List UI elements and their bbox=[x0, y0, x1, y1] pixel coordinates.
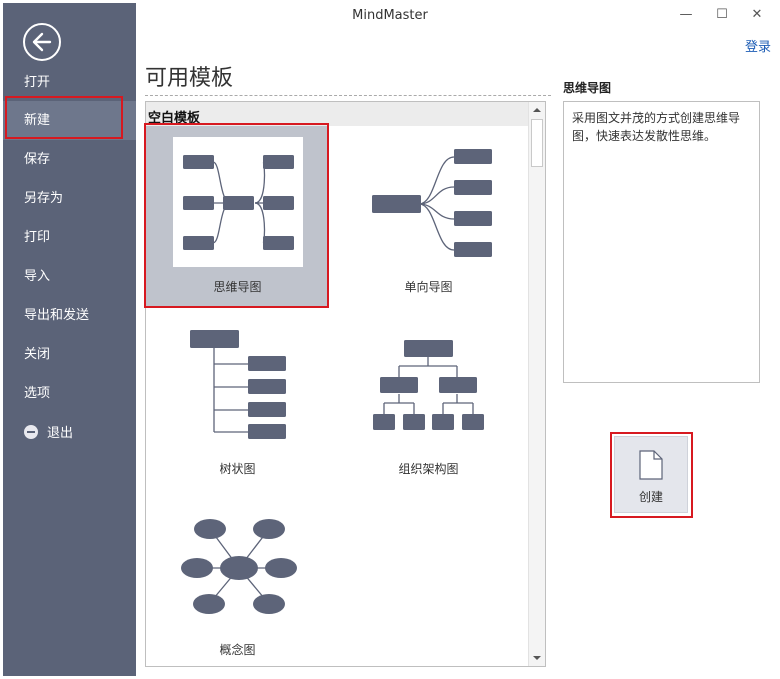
one-way-map-icon bbox=[364, 137, 494, 267]
scrollbar[interactable] bbox=[528, 102, 545, 666]
template-label: 组织架构图 bbox=[398, 462, 459, 476]
detail-description: 采用图文并茂的方式创建思维导图，快速表达发散性思维。 bbox=[563, 101, 760, 383]
page-title: 可用模板 bbox=[145, 66, 234, 91]
sidebar-item-label: 选项 bbox=[24, 386, 51, 401]
exit-icon bbox=[24, 425, 38, 439]
org-chart-icon bbox=[364, 314, 494, 449]
sidebar-item-import[interactable]: 导入 bbox=[3, 257, 136, 296]
divider bbox=[145, 95, 551, 96]
sidebar-item-exit[interactable]: 退出 bbox=[3, 414, 136, 453]
template-label: 树状图 bbox=[219, 462, 256, 476]
sidebar-item-label: 保存 bbox=[24, 152, 51, 167]
template-label: 单向导图 bbox=[404, 280, 453, 294]
minimize-icon[interactable]: — bbox=[677, 6, 695, 24]
tree-chart-icon bbox=[173, 314, 303, 449]
back-arrow-icon[interactable] bbox=[23, 23, 61, 61]
sidebar-item-print[interactable]: 打印 bbox=[3, 218, 136, 257]
template-one-way-map[interactable]: 单向导图 bbox=[337, 126, 520, 308]
sidebar-item-close[interactable]: 关闭 bbox=[3, 335, 136, 374]
mind-map-icon bbox=[173, 137, 303, 267]
sidebar-item-label: 关闭 bbox=[24, 347, 51, 362]
sidebar-item-label: 导入 bbox=[24, 269, 51, 284]
sidebar-item-label: 导出和发送 bbox=[24, 308, 90, 323]
window-title: MindMaster bbox=[352, 8, 428, 23]
scroll-up-icon[interactable] bbox=[529, 102, 545, 118]
template-label: 思维导图 bbox=[213, 280, 262, 294]
sidebar-item-save-as[interactable]: 另存为 bbox=[3, 179, 136, 218]
sidebar: 打开 新建 保存 另存为 打印 导入 导出和发送 关闭 选项 退出 bbox=[3, 3, 136, 676]
template-mind-map[interactable]: 思维导图 bbox=[146, 126, 329, 308]
sidebar-item-label: 打印 bbox=[24, 230, 51, 245]
sidebar-item-label: 打开 bbox=[24, 75, 51, 90]
group-header: 空白模板 bbox=[146, 102, 528, 126]
sidebar-item-new[interactable]: 新建 bbox=[3, 101, 136, 140]
maximize-icon[interactable]: ☐ bbox=[713, 6, 731, 24]
login-link[interactable]: 登录 bbox=[745, 36, 771, 55]
template-list: 空白模板 思维导图 单向导图 树状图 组织架构图 概念图 bbox=[145, 101, 546, 667]
scroll-down-icon[interactable] bbox=[529, 650, 545, 666]
sidebar-item-label: 另存为 bbox=[24, 191, 64, 206]
group-label: 空白模板 bbox=[148, 111, 201, 126]
create-button-label: 创建 bbox=[638, 490, 663, 504]
create-button[interactable]: 创建 bbox=[614, 436, 688, 513]
template-tree-chart[interactable]: 树状图 bbox=[146, 314, 329, 486]
sidebar-item-open[interactable]: 打开 bbox=[3, 63, 136, 102]
sidebar-item-label: 退出 bbox=[47, 426, 74, 441]
template-label: 概念图 bbox=[219, 643, 256, 657]
concept-map-icon bbox=[173, 511, 303, 621]
sidebar-item-save[interactable]: 保存 bbox=[3, 140, 136, 179]
sidebar-item-options[interactable]: 选项 bbox=[3, 374, 136, 413]
template-org-chart[interactable]: 组织架构图 bbox=[337, 314, 520, 486]
detail-title: 思维导图 bbox=[563, 81, 612, 95]
sidebar-item-label: 新建 bbox=[24, 113, 51, 128]
scroll-thumb[interactable] bbox=[531, 119, 543, 167]
close-icon[interactable]: ✕ bbox=[748, 6, 766, 24]
new-document-icon bbox=[639, 450, 663, 480]
sidebar-item-export-send[interactable]: 导出和发送 bbox=[3, 296, 136, 335]
template-concept-map[interactable]: 概念图 bbox=[146, 496, 329, 666]
